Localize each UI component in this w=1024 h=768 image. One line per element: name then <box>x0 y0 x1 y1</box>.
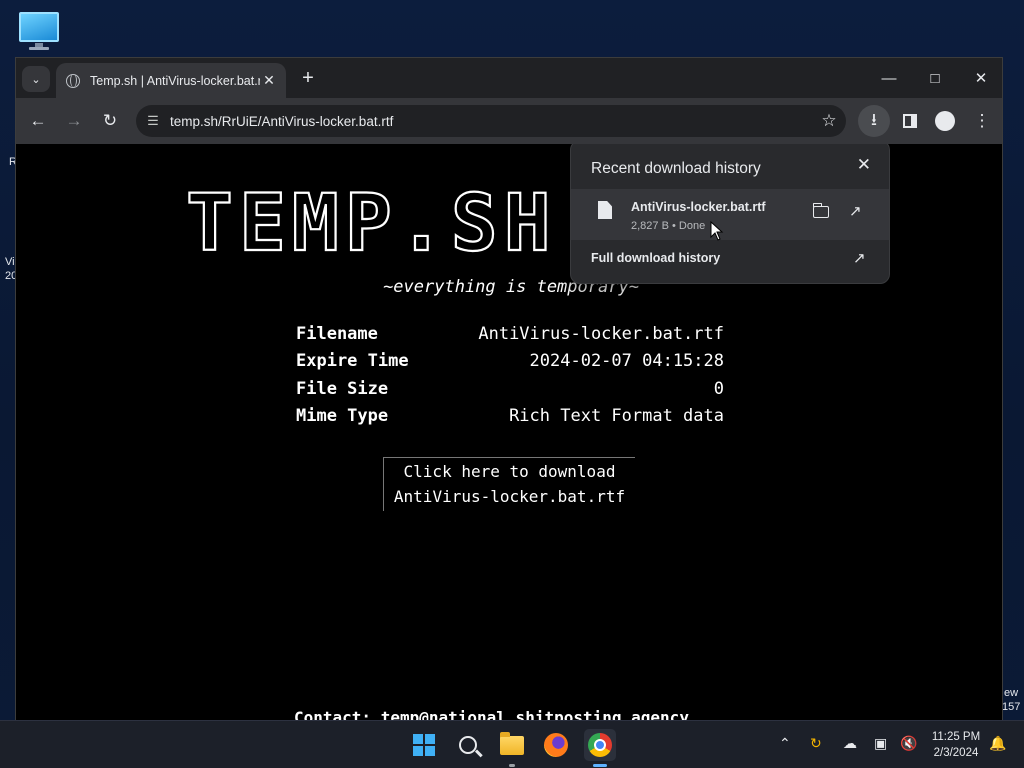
chrome-window: ⌄ Temp.sh | AntiVirus-locker.bat.rtf ✕ +… <box>15 57 1003 721</box>
info-row-expire: Expire Time 2024-02-07 04:15:28 <box>296 348 724 376</box>
chrome-menu-button[interactable]: ⋮ <box>968 107 996 135</box>
system-clock[interactable]: 11:25 PM 2/3/2024 <box>922 729 990 761</box>
file-info-table: Filename AntiVirus-locker.bat.rtf Expire… <box>296 320 724 430</box>
logo-text: TEMP.SH <box>186 184 557 264</box>
mouse-cursor-icon <box>710 221 724 241</box>
clock-date: 2/3/2024 <box>933 747 979 759</box>
close-tab-icon[interactable]: ✕ <box>260 72 278 89</box>
firefox-icon <box>544 733 568 757</box>
tab-search-button[interactable]: ⌄ <box>22 66 50 92</box>
running-indicator <box>509 764 515 767</box>
browser-toolbar: ← → ↻ ☰ temp.sh/RrUiE/AntiVirus-locker.b… <box>16 98 1002 144</box>
forward-button[interactable]: → <box>60 107 88 135</box>
new-tab-button[interactable]: + <box>296 67 320 91</box>
notification-bell-icon[interactable]: 🔔 <box>989 735 1006 752</box>
info-row-mime: Mime Type Rich Text Format data <box>296 403 724 431</box>
file-icon <box>598 201 612 219</box>
desktop-label-fragment: ew <box>1004 687 1019 699</box>
show-in-folder-icon[interactable] <box>812 203 829 218</box>
site-info-icon[interactable]: ☰ <box>136 113 170 129</box>
close-window-button[interactable]: ✕ <box>966 66 996 90</box>
open-external-icon[interactable]: ↗ <box>853 249 866 267</box>
minimize-button[interactable]: — <box>874 66 904 90</box>
full-download-history-link[interactable]: Full download history <box>591 251 720 265</box>
file-explorer-button[interactable] <box>496 729 528 767</box>
open-external-icon[interactable]: ↗ <box>849 202 862 220</box>
tab-strip: ⌄ Temp.sh | AntiVirus-locker.bat.rtf ✕ +… <box>16 58 1002 98</box>
more-vert-icon: ⋮ <box>973 111 991 130</box>
page-content: TEMP.SH ~everything is temporary~ Filena… <box>16 144 1002 720</box>
profile-avatar-icon <box>935 111 955 131</box>
expire-time-label: Expire Time <box>296 351 409 372</box>
filename-label: Filename <box>296 323 378 344</box>
this-pc-desktop-icon[interactable] <box>16 10 62 50</box>
info-row-size: File Size 0 <box>296 375 724 403</box>
chevron-up-icon[interactable]: ⌃ <box>779 735 791 752</box>
download-icon: ⭳ <box>871 109 877 129</box>
mime-type-label: Mime Type <box>296 406 389 427</box>
tab-title: Temp.sh | AntiVirus-locker.bat.rtf <box>90 73 260 88</box>
side-panel-icon <box>903 114 917 128</box>
globe-icon <box>66 73 80 88</box>
file-size-value: 0 <box>713 378 724 399</box>
desktop-label-fragment: 157 <box>1002 701 1021 713</box>
back-button[interactable]: ← <box>24 107 52 135</box>
download-bubble-title: Recent download history <box>591 160 761 177</box>
network-icon[interactable]: ▣ <box>874 735 887 752</box>
download-filename[interactable]: AntiVirus-locker.bat.rtf <box>631 200 766 214</box>
chrome-icon <box>588 733 612 757</box>
tab-temp-sh[interactable]: Temp.sh | AntiVirus-locker.bat.rtf ✕ <box>56 63 286 98</box>
info-row-filename: Filename AntiVirus-locker.bat.rtf <box>296 320 724 348</box>
profile-button[interactable] <box>931 107 959 135</box>
reload-button[interactable]: ↻ <box>96 107 124 135</box>
search-icon <box>459 736 477 754</box>
active-indicator <box>593 764 607 767</box>
desktop-label-fragment: Vi <box>5 256 15 268</box>
chevron-down-icon: ⌄ <box>31 73 41 86</box>
address-bar[interactable]: ☰ temp.sh/RrUiE/AntiVirus-locker.bat.rtf… <box>136 105 846 137</box>
cloud-offline-icon[interactable]: ☁ <box>843 735 857 752</box>
download-bubble: Recent download history ✕ AntiVirus-lock… <box>570 144 890 284</box>
side-panel-button[interactable] <box>896 107 924 135</box>
download-meta: 2,827 B • Done <box>631 220 706 232</box>
expire-time-value: 2024-02-07 04:15:28 <box>529 351 724 372</box>
download-link-button[interactable]: Click here to download AntiVirus-locker.… <box>383 457 635 511</box>
clock-time: 11:25 PM <box>931 731 981 743</box>
downloads-button[interactable]: ⭳ <box>858 105 890 137</box>
chrome-taskbar-button[interactable] <box>584 729 616 767</box>
sync-icon[interactable]: ↻ <box>810 735 822 752</box>
start-button[interactable] <box>408 729 440 761</box>
bookmark-star-icon[interactable]: ☆ <box>812 111 846 131</box>
mime-type-value: Rich Text Format data <box>509 406 724 427</box>
file-size-label: File Size <box>296 378 389 399</box>
taskbar: ⌃ ↻ ☁ ▣ 🔇 11:25 PM 2/3/2024 🔔 <box>0 720 1024 768</box>
windows-logo-icon <box>413 734 435 756</box>
url-text[interactable]: temp.sh/RrUiE/AntiVirus-locker.bat.rtf <box>170 114 812 129</box>
volume-muted-icon[interactable]: 🔇 <box>900 735 917 752</box>
filename-value: AntiVirus-locker.bat.rtf <box>478 323 724 344</box>
file-explorer-icon <box>500 731 524 755</box>
download-item[interactable]: AntiVirus-locker.bat.rtf 2,827 B • Done … <box>571 189 889 240</box>
firefox-button[interactable] <box>540 729 572 761</box>
search-button[interactable] <box>452 729 484 761</box>
download-link-line1[interactable]: Click here to download <box>384 459 635 484</box>
download-link-line2[interactable]: AntiVirus-locker.bat.rtf <box>384 484 635 509</box>
close-icon[interactable]: ✕ <box>857 155 871 175</box>
maximize-button[interactable]: □ <box>920 66 950 90</box>
